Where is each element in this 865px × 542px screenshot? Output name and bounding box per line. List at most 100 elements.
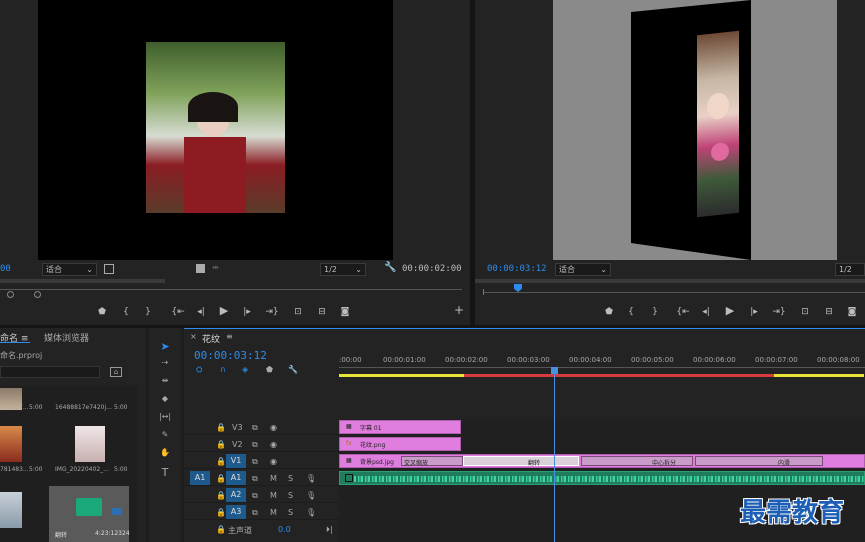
go-to-out-icon[interactable]: ⇥} bbox=[264, 306, 280, 318]
snap-icon[interactable]: ∩ bbox=[220, 365, 226, 374]
project-thumb[interactable] bbox=[75, 426, 105, 462]
linked-selection-icon[interactable]: ◈ bbox=[242, 365, 248, 374]
master-volume[interactable]: 0.0 bbox=[278, 525, 291, 534]
program-go-to-out-icon[interactable]: ⇥} bbox=[771, 306, 787, 318]
source-scrubber[interactable] bbox=[0, 289, 462, 290]
razor-icon[interactable]: ◆ bbox=[158, 394, 172, 403]
sync-lock-icon[interactable]: ⧉ bbox=[252, 457, 258, 467]
source-zoom-bar[interactable] bbox=[0, 279, 165, 283]
program-marker-icon[interactable]: ⬟ bbox=[603, 306, 615, 318]
program-mark-out-icon[interactable]: } bbox=[649, 306, 661, 318]
marker-icon[interactable]: ⬟ bbox=[96, 306, 108, 318]
go-to-in-icon[interactable]: {⇤ bbox=[170, 306, 186, 318]
transition[interactable]: 中心拆分 bbox=[581, 456, 693, 467]
project-thumb[interactable] bbox=[0, 426, 22, 462]
track-name[interactable]: A1 bbox=[226, 471, 246, 485]
step-forward-icon[interactable]: |▸ bbox=[240, 306, 254, 318]
transition-selected[interactable]: 翻转 bbox=[463, 456, 579, 467]
program-step-forward-icon[interactable]: |▸ bbox=[747, 306, 761, 318]
track-select-icon[interactable]: ⇢ bbox=[158, 358, 172, 367]
expand-icon[interactable]: ⇹ bbox=[212, 263, 219, 272]
program-playhead-icon[interactable] bbox=[514, 284, 522, 292]
mark-out-icon[interactable]: } bbox=[142, 306, 154, 318]
mute-button[interactable]: M bbox=[270, 508, 277, 517]
project-search-input[interactable] bbox=[0, 366, 100, 378]
hand-icon[interactable]: ✋ bbox=[158, 448, 172, 457]
source-timecode-left[interactable]: 00 bbox=[0, 264, 11, 274]
source-patch[interactable]: A1 bbox=[190, 471, 210, 485]
pen-icon[interactable]: ✎ bbox=[158, 430, 172, 439]
safe-margins-icon[interactable] bbox=[196, 264, 205, 273]
settings-icon[interactable] bbox=[104, 264, 114, 274]
program-timecode[interactable]: 00:00:03:12 bbox=[487, 264, 547, 274]
track-name[interactable]: V2 bbox=[232, 440, 243, 449]
lock-icon[interactable]: 🔒 bbox=[216, 474, 226, 483]
eye-icon[interactable]: ◉ bbox=[270, 457, 277, 466]
overwrite-icon[interactable]: ⊟ bbox=[314, 306, 330, 318]
sync-lock-icon[interactable]: ⧉ bbox=[252, 440, 258, 450]
timeline-ruler[interactable]: :00:00 00:00:01:00 00:00:02:00 00:00:03:… bbox=[339, 351, 865, 373]
source-resolution-select[interactable]: 1/2 ⌄ bbox=[320, 263, 366, 276]
insert-icon[interactable]: ⊡ bbox=[290, 306, 306, 318]
program-export-frame-icon[interactable]: ◙ bbox=[845, 306, 859, 318]
eye-icon[interactable]: ◉ bbox=[270, 440, 277, 449]
source-fit-select[interactable]: 适合 ⌄ bbox=[42, 263, 97, 276]
transition[interactable]: 交叉缩放 bbox=[401, 456, 463, 467]
track-name[interactable]: A2 bbox=[226, 488, 246, 502]
mute-button[interactable]: M bbox=[270, 474, 277, 483]
add-button-icon[interactable]: + bbox=[453, 304, 465, 316]
mic-icon[interactable]: 🎙 bbox=[306, 508, 316, 517]
close-icon[interactable]: × bbox=[190, 332, 197, 341]
source-in-handle[interactable] bbox=[7, 291, 14, 298]
clip[interactable]: ▦ 字幕 01 bbox=[339, 420, 461, 434]
go-to-end-icon[interactable]: ⏵| bbox=[326, 525, 333, 535]
program-zoom-bar[interactable] bbox=[475, 279, 865, 283]
program-mark-in-icon[interactable]: { bbox=[625, 306, 637, 318]
media-browser-tab[interactable]: 媒体浏览器 bbox=[44, 331, 89, 344]
lock-icon[interactable]: 🔒 bbox=[216, 423, 226, 432]
lock-icon[interactable]: 🔒 bbox=[216, 525, 226, 534]
project-item-selected[interactable]: 翻转 4:23:12324 bbox=[49, 486, 130, 542]
solo-button[interactable]: S bbox=[288, 474, 293, 483]
lock-icon[interactable]: 🔒 bbox=[216, 440, 226, 449]
program-go-to-in-icon[interactable]: {⇤ bbox=[675, 306, 691, 318]
clip[interactable]: fx 花纹.png bbox=[339, 437, 461, 451]
playhead-line[interactable] bbox=[554, 373, 555, 542]
extract-icon[interactable]: ⊟ bbox=[821, 306, 837, 318]
lock-icon[interactable]: 🔒 bbox=[216, 491, 226, 500]
timeline-timecode[interactable]: 00:00:03:12 bbox=[194, 349, 267, 362]
lock-icon[interactable]: 🔒 bbox=[216, 457, 226, 466]
transition[interactable]: 内滑 bbox=[695, 456, 823, 467]
nest-icon[interactable]: ⛭ bbox=[196, 365, 202, 375]
audio-clip[interactable] bbox=[339, 471, 865, 485]
solo-button[interactable]: S bbox=[288, 508, 293, 517]
mic-icon[interactable]: 🎙 bbox=[306, 474, 316, 483]
timeline-tab-menu-icon[interactable]: ≡ bbox=[226, 332, 233, 341]
new-bin-icon[interactable]: ⌂ bbox=[110, 367, 122, 377]
sync-lock-icon[interactable]: ⧉ bbox=[252, 508, 258, 518]
sync-lock-icon[interactable]: ⧉ bbox=[252, 474, 258, 484]
export-frame-icon[interactable]: ◙ bbox=[338, 306, 352, 318]
sync-lock-icon[interactable]: ⧉ bbox=[252, 491, 258, 501]
program-fit-select[interactable]: 适合 ⌄ bbox=[555, 263, 611, 276]
eye-icon[interactable]: ◉ bbox=[270, 423, 277, 432]
wrench-icon[interactable]: 🔧 bbox=[384, 262, 396, 273]
project-thumb[interactable] bbox=[0, 492, 22, 528]
play-icon[interactable]: ▶ bbox=[217, 305, 231, 317]
timeline-settings-icon[interactable]: 🔧 bbox=[288, 365, 298, 374]
step-back-icon[interactable]: ◂| bbox=[194, 306, 208, 318]
selection-tool-icon[interactable]: ➤ bbox=[158, 340, 172, 353]
program-scrubber[interactable] bbox=[483, 292, 865, 293]
track-name[interactable]: V3 bbox=[232, 423, 243, 432]
program-resolution-select[interactable]: 1/2 bbox=[835, 263, 865, 276]
mute-button[interactable]: M bbox=[270, 491, 277, 500]
lift-icon[interactable]: ⊡ bbox=[797, 306, 813, 318]
mark-in-icon[interactable]: { bbox=[120, 306, 132, 318]
program-step-back-icon[interactable]: ◂| bbox=[699, 306, 713, 318]
program-play-icon[interactable]: ▶ bbox=[723, 305, 737, 317]
slip-icon[interactable]: |↔| bbox=[158, 412, 172, 421]
ripple-edit-icon[interactable]: ⇹ bbox=[158, 376, 172, 385]
sync-lock-icon[interactable]: ⧉ bbox=[252, 423, 258, 433]
timeline-tab[interactable]: 花纹 bbox=[202, 332, 220, 345]
solo-button[interactable]: S bbox=[288, 491, 293, 500]
